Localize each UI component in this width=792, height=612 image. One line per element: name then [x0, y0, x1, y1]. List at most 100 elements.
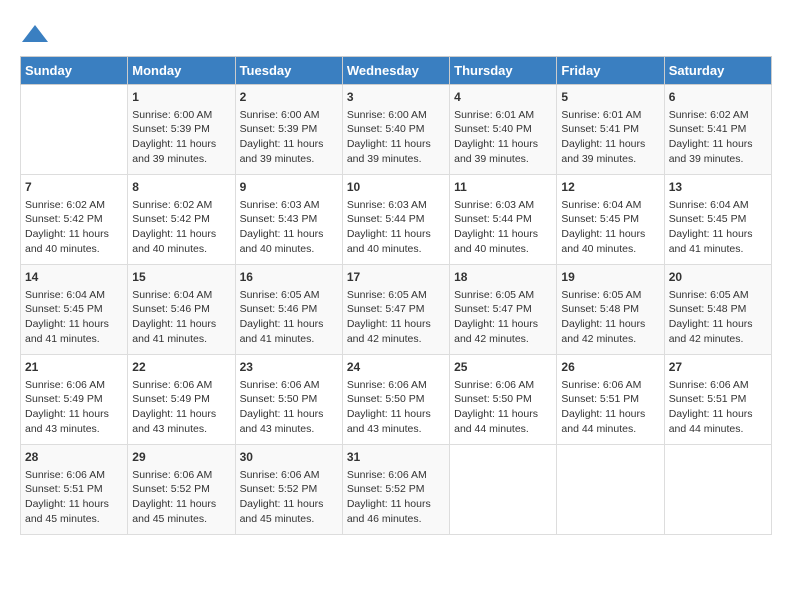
- day-number: 10: [347, 179, 445, 196]
- calendar-cell: 10 Sunrise: 6:03 AM Sunset: 5:44 PM Dayl…: [342, 175, 449, 265]
- day-number: 13: [669, 179, 767, 196]
- sunrise: Sunrise: 6:05 AM: [347, 289, 427, 301]
- daylight: Daylight: 11 hours and 40 minutes.: [132, 228, 216, 255]
- day-number: 7: [25, 179, 123, 196]
- day-number: 16: [240, 269, 338, 286]
- sunrise: Sunrise: 6:02 AM: [669, 109, 749, 121]
- calendar-cell: 1 Sunrise: 6:00 AM Sunset: 5:39 PM Dayli…: [128, 85, 235, 175]
- sunset: Sunset: 5:51 PM: [25, 483, 103, 495]
- sunrise: Sunrise: 6:06 AM: [25, 379, 105, 391]
- day-number: 12: [561, 179, 659, 196]
- sunrise: Sunrise: 6:01 AM: [454, 109, 534, 121]
- daylight: Daylight: 11 hours and 43 minutes.: [25, 408, 109, 435]
- daylight: Daylight: 11 hours and 40 minutes.: [561, 228, 645, 255]
- daylight: Daylight: 11 hours and 39 minutes.: [454, 138, 538, 165]
- calendar-header-row: SundayMondayTuesdayWednesdayThursdayFrid…: [21, 57, 772, 85]
- sunrise: Sunrise: 6:05 AM: [454, 289, 534, 301]
- sunrise: Sunrise: 6:00 AM: [347, 109, 427, 121]
- sunset: Sunset: 5:51 PM: [669, 393, 747, 405]
- daylight: Daylight: 11 hours and 39 minutes.: [561, 138, 645, 165]
- sunrise: Sunrise: 6:03 AM: [454, 199, 534, 211]
- sunset: Sunset: 5:46 PM: [240, 303, 318, 315]
- day-number: 28: [25, 449, 123, 466]
- calendar-cell: 5 Sunrise: 6:01 AM Sunset: 5:41 PM Dayli…: [557, 85, 664, 175]
- calendar-cell: 14 Sunrise: 6:04 AM Sunset: 5:45 PM Dayl…: [21, 265, 128, 355]
- sunrise: Sunrise: 6:04 AM: [561, 199, 641, 211]
- daylight: Daylight: 11 hours and 42 minutes.: [454, 318, 538, 345]
- sunrise: Sunrise: 6:05 AM: [669, 289, 749, 301]
- calendar-cell: 28 Sunrise: 6:06 AM Sunset: 5:51 PM Dayl…: [21, 445, 128, 535]
- calendar-table: SundayMondayTuesdayWednesdayThursdayFrid…: [20, 56, 772, 535]
- calendar-cell: [21, 85, 128, 175]
- calendar-cell: 17 Sunrise: 6:05 AM Sunset: 5:47 PM Dayl…: [342, 265, 449, 355]
- calendar-cell: 16 Sunrise: 6:05 AM Sunset: 5:46 PM Dayl…: [235, 265, 342, 355]
- calendar-cell: 30 Sunrise: 6:06 AM Sunset: 5:52 PM Dayl…: [235, 445, 342, 535]
- day-number: 5: [561, 89, 659, 106]
- day-number: 27: [669, 359, 767, 376]
- calendar-cell: 29 Sunrise: 6:06 AM Sunset: 5:52 PM Dayl…: [128, 445, 235, 535]
- calendar-cell: 19 Sunrise: 6:05 AM Sunset: 5:48 PM Dayl…: [557, 265, 664, 355]
- sunrise: Sunrise: 6:06 AM: [240, 379, 320, 391]
- daylight: Daylight: 11 hours and 41 minutes.: [25, 318, 109, 345]
- sunrise: Sunrise: 6:05 AM: [240, 289, 320, 301]
- daylight: Daylight: 11 hours and 43 minutes.: [240, 408, 324, 435]
- calendar-cell: 13 Sunrise: 6:04 AM Sunset: 5:45 PM Dayl…: [664, 175, 771, 265]
- daylight: Daylight: 11 hours and 42 minutes.: [669, 318, 753, 345]
- sunrise: Sunrise: 6:06 AM: [25, 469, 105, 481]
- calendar-cell: 18 Sunrise: 6:05 AM Sunset: 5:47 PM Dayl…: [450, 265, 557, 355]
- sunset: Sunset: 5:41 PM: [561, 123, 639, 135]
- calendar-cell: 8 Sunrise: 6:02 AM Sunset: 5:42 PM Dayli…: [128, 175, 235, 265]
- sunset: Sunset: 5:39 PM: [132, 123, 210, 135]
- day-number: 8: [132, 179, 230, 196]
- daylight: Daylight: 11 hours and 39 minutes.: [240, 138, 324, 165]
- calendar-cell: 24 Sunrise: 6:06 AM Sunset: 5:50 PM Dayl…: [342, 355, 449, 445]
- sunrise: Sunrise: 6:01 AM: [561, 109, 641, 121]
- sunset: Sunset: 5:41 PM: [669, 123, 747, 135]
- sunset: Sunset: 5:44 PM: [347, 213, 425, 225]
- calendar-cell: 3 Sunrise: 6:00 AM Sunset: 5:40 PM Dayli…: [342, 85, 449, 175]
- calendar-week-row: 1 Sunrise: 6:00 AM Sunset: 5:39 PM Dayli…: [21, 85, 772, 175]
- calendar-cell: 12 Sunrise: 6:04 AM Sunset: 5:45 PM Dayl…: [557, 175, 664, 265]
- day-number: 18: [454, 269, 552, 286]
- day-number: 22: [132, 359, 230, 376]
- calendar-cell: 7 Sunrise: 6:02 AM Sunset: 5:42 PM Dayli…: [21, 175, 128, 265]
- day-number: 26: [561, 359, 659, 376]
- sunset: Sunset: 5:42 PM: [132, 213, 210, 225]
- sunset: Sunset: 5:40 PM: [454, 123, 532, 135]
- day-of-week-header: Monday: [128, 57, 235, 85]
- day-number: 21: [25, 359, 123, 376]
- sunset: Sunset: 5:52 PM: [240, 483, 318, 495]
- calendar-cell: 15 Sunrise: 6:04 AM Sunset: 5:46 PM Dayl…: [128, 265, 235, 355]
- day-number: 25: [454, 359, 552, 376]
- day-number: 4: [454, 89, 552, 106]
- sunrise: Sunrise: 6:04 AM: [25, 289, 105, 301]
- sunrise: Sunrise: 6:06 AM: [561, 379, 641, 391]
- sunset: Sunset: 5:48 PM: [669, 303, 747, 315]
- day-number: 9: [240, 179, 338, 196]
- daylight: Daylight: 11 hours and 43 minutes.: [347, 408, 431, 435]
- calendar-cell: [450, 445, 557, 535]
- daylight: Daylight: 11 hours and 45 minutes.: [25, 498, 109, 525]
- daylight: Daylight: 11 hours and 39 minutes.: [347, 138, 431, 165]
- page-header: [20, 20, 772, 50]
- day-number: 31: [347, 449, 445, 466]
- day-number: 3: [347, 89, 445, 106]
- sunset: Sunset: 5:52 PM: [347, 483, 425, 495]
- day-number: 19: [561, 269, 659, 286]
- calendar-week-row: 7 Sunrise: 6:02 AM Sunset: 5:42 PM Dayli…: [21, 175, 772, 265]
- day-number: 14: [25, 269, 123, 286]
- calendar-cell: 22 Sunrise: 6:06 AM Sunset: 5:49 PM Dayl…: [128, 355, 235, 445]
- sunrise: Sunrise: 6:03 AM: [347, 199, 427, 211]
- daylight: Daylight: 11 hours and 40 minutes.: [240, 228, 324, 255]
- daylight: Daylight: 11 hours and 41 minutes.: [132, 318, 216, 345]
- daylight: Daylight: 11 hours and 41 minutes.: [669, 228, 753, 255]
- calendar-cell: 9 Sunrise: 6:03 AM Sunset: 5:43 PM Dayli…: [235, 175, 342, 265]
- sunset: Sunset: 5:50 PM: [347, 393, 425, 405]
- calendar-week-row: 28 Sunrise: 6:06 AM Sunset: 5:51 PM Dayl…: [21, 445, 772, 535]
- daylight: Daylight: 11 hours and 40 minutes.: [454, 228, 538, 255]
- day-number: 15: [132, 269, 230, 286]
- calendar-cell: 23 Sunrise: 6:06 AM Sunset: 5:50 PM Dayl…: [235, 355, 342, 445]
- sunrise: Sunrise: 6:03 AM: [240, 199, 320, 211]
- day-number: 1: [132, 89, 230, 106]
- sunrise: Sunrise: 6:02 AM: [132, 199, 212, 211]
